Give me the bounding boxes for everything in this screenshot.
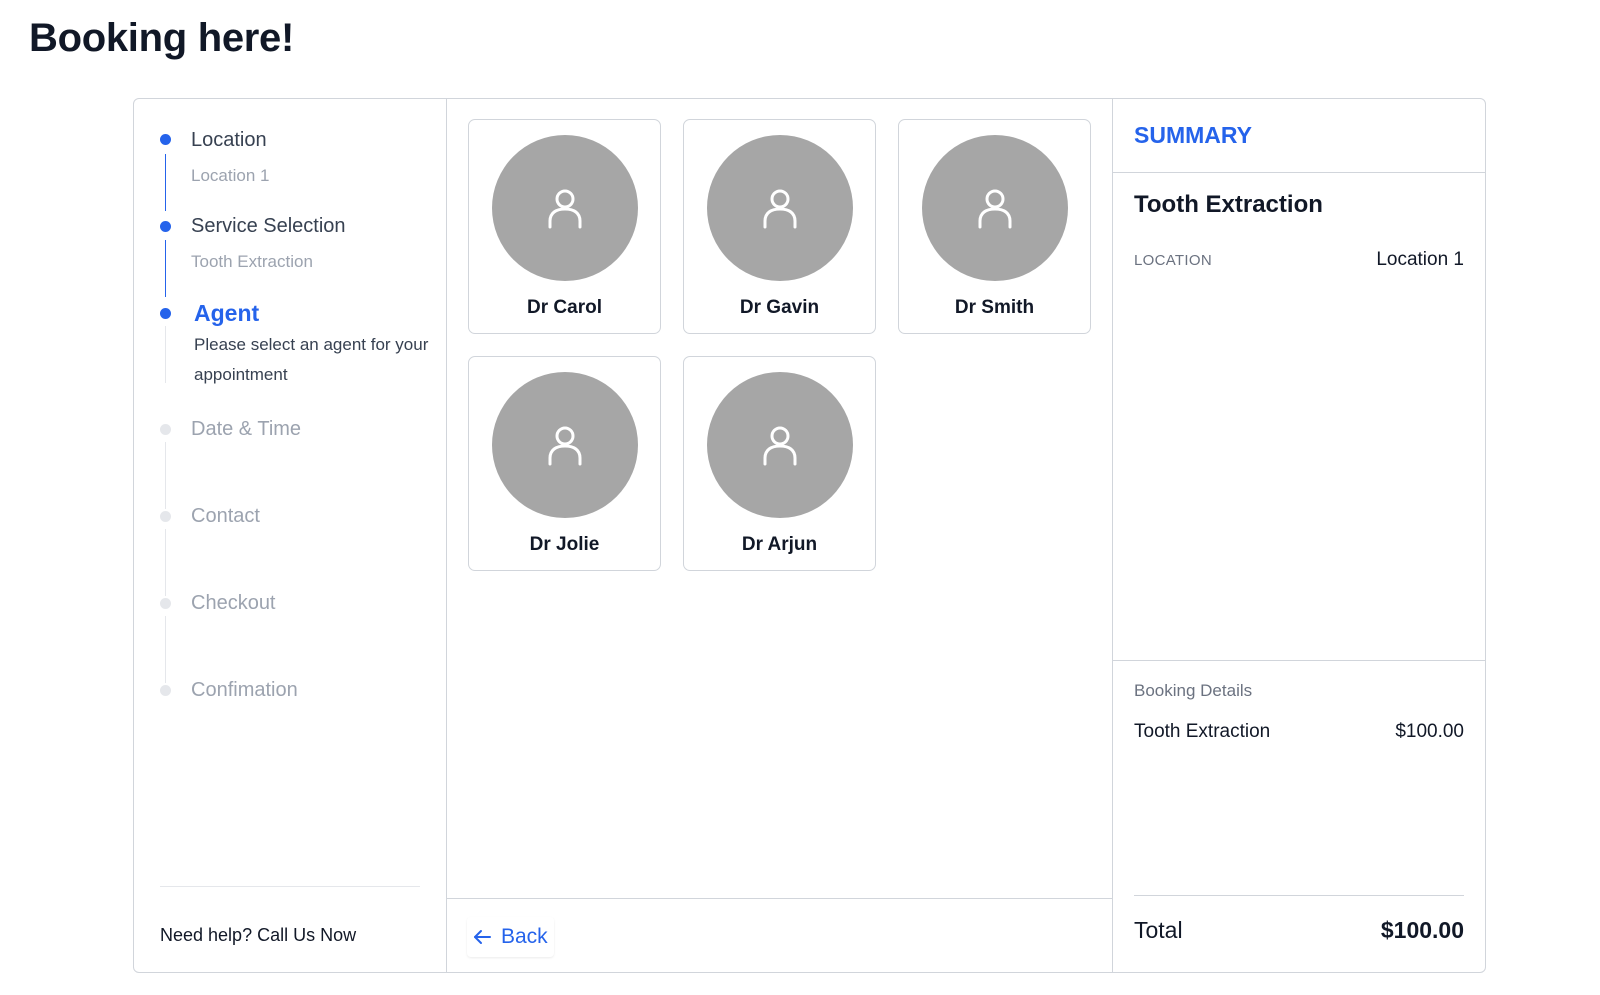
- step-connector: [165, 154, 166, 211]
- summary-service-name: Tooth Extraction: [1134, 191, 1323, 218]
- step-label: Service Selection: [191, 215, 346, 237]
- total-divider: [1134, 895, 1464, 896]
- user-icon: [548, 189, 581, 229]
- booking-details-heading: Booking Details: [1134, 681, 1253, 700]
- agent-name: Dr Carol: [527, 297, 602, 318]
- step-label: Checkout: [191, 592, 276, 614]
- step-description: Please select an agent for your appointm…: [194, 335, 429, 384]
- agent-name: Dr Gavin: [739, 297, 820, 318]
- avatar: [491, 135, 638, 281]
- help-divider: [160, 886, 420, 887]
- item-name: Tooth Extraction: [1134, 721, 1271, 742]
- booking-details-item: Tooth Extraction $100.00: [1134, 721, 1464, 743]
- agent-selection-panel: Dr Carol Dr Gavin Dr Smith Dr Jolie Dr A…: [447, 99, 1113, 972]
- help-call-link[interactable]: Need help? Call Us Now: [160, 925, 356, 946]
- agent-name: Dr Arjun: [741, 534, 818, 555]
- avatar: [706, 372, 853, 518]
- item-price: $100.00: [1395, 721, 1464, 742]
- summary-panel: SUMMARY Tooth Extraction LOCATION Locati…: [1113, 99, 1485, 972]
- total-value: $100.00: [1380, 917, 1464, 943]
- step-selected-value: Tooth Extraction: [191, 252, 313, 271]
- step-label: Agent: [194, 300, 260, 326]
- step-dot-done: [160, 134, 171, 145]
- summary-title: SUMMARY: [1134, 122, 1252, 148]
- avatar: [491, 372, 638, 518]
- location-label: LOCATION: [1134, 252, 1212, 269]
- back-label: Back: [501, 925, 548, 948]
- agent-card-dr-gavin[interactable]: Dr Gavin: [683, 119, 876, 334]
- page-title: Booking here!: [29, 16, 295, 60]
- avatar: [921, 135, 1068, 281]
- arrow-left-icon: [474, 930, 491, 944]
- step-label: Contact: [191, 505, 260, 527]
- step-connector: [165, 326, 166, 383]
- summary-location-row: LOCATION Location 1: [1134, 249, 1464, 271]
- user-icon: [763, 426, 796, 466]
- step-connector: [165, 442, 166, 509]
- booking-details-section: Booking Details Tooth Extraction $100.00: [1113, 660, 1485, 742]
- step-selected-value: Location 1: [191, 166, 270, 185]
- agent-grid: Dr Carol Dr Gavin Dr Smith Dr Jolie Dr A…: [468, 119, 1091, 571]
- step-dot-active: [160, 308, 171, 319]
- agent-name: Dr Smith: [954, 297, 1035, 318]
- user-icon: [763, 189, 796, 229]
- total-row: Total $100.00: [1134, 917, 1464, 944]
- agent-name: Dr Jolie: [529, 534, 600, 555]
- agent-card-dr-arjun[interactable]: Dr Arjun: [683, 356, 876, 571]
- step-connector: [165, 616, 166, 683]
- step-label: Confimation: [191, 679, 298, 701]
- step-connector: [165, 240, 166, 297]
- location-value: Location 1: [1376, 249, 1464, 270]
- step-label: Location: [191, 129, 267, 151]
- agent-card-dr-smith[interactable]: Dr Smith: [898, 119, 1091, 334]
- step-dot-pending: [160, 424, 171, 435]
- user-icon: [978, 189, 1011, 229]
- step-dot-done: [160, 221, 171, 232]
- back-button[interactable]: Back: [467, 917, 554, 957]
- booking-steps-sidebar: Location Location 1 Service Selection To…: [134, 99, 447, 972]
- user-icon: [548, 426, 581, 466]
- total-label: Total: [1134, 917, 1183, 943]
- booking-widget: Location Location 1 Service Selection To…: [133, 98, 1486, 973]
- step-dot-pending: [160, 598, 171, 609]
- step-label: Date & Time: [191, 418, 302, 440]
- summary-header: SUMMARY: [1113, 99, 1485, 173]
- avatar: [706, 135, 853, 281]
- step-connector: [165, 529, 166, 596]
- agent-card-dr-jolie[interactable]: Dr Jolie: [468, 356, 661, 571]
- agent-card-dr-carol[interactable]: Dr Carol: [468, 119, 661, 334]
- agent-panel-footer: Back: [447, 898, 1112, 972]
- step-dot-pending: [160, 685, 171, 696]
- step-dot-pending: [160, 511, 171, 522]
